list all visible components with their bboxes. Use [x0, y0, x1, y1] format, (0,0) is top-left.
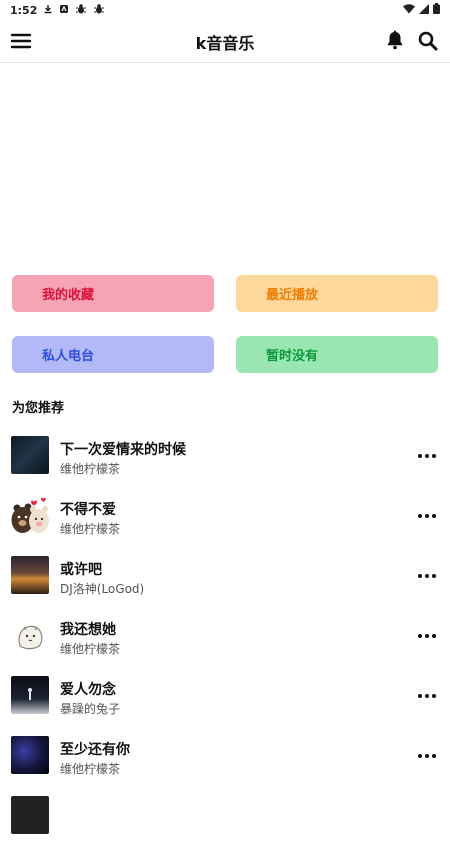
song-list: 下一次爱情来的时候 维他柠檬茶 不得不爱 维他柠檬茶 或许吧 DJ洛神(LoGo…: [0, 433, 450, 853]
recommend-section-title: 为您推荐: [12, 401, 65, 416]
song-artist: 维他柠檬茶: [60, 642, 121, 656]
signal-icon: [419, 3, 429, 17]
song-title: 至少还有你: [60, 742, 130, 758]
more-options-icon[interactable]: [418, 753, 436, 759]
recent-play-button[interactable]: 最近播放: [236, 275, 438, 312]
song-artist: 暴躁的兔子: [60, 702, 121, 716]
album-cover: [11, 676, 49, 714]
song-title: 爱人勿念: [60, 682, 116, 698]
song-artist: 维他柠檬茶: [60, 462, 121, 476]
search-icon[interactable]: [416, 29, 440, 53]
album-cover: [11, 496, 49, 534]
song-title: 不得不爱: [60, 502, 116, 518]
song-artist: DJ洛神(LoGod): [60, 582, 145, 596]
battery-icon: [433, 3, 440, 17]
song-artist: 维他柠檬茶: [60, 522, 121, 536]
list-item[interactable]: 至少还有你 维他柠檬茶: [0, 733, 450, 793]
wifi-icon: [403, 3, 415, 17]
album-cover: [11, 616, 49, 654]
app-bar: k音音乐: [0, 20, 450, 63]
placeholder-button[interactable]: 暂时没有: [236, 336, 438, 373]
list-item[interactable]: 下一次爱情来的时候 维他柠檬茶: [0, 433, 450, 493]
status-bar: 1:52: [0, 0, 450, 20]
favorites-button[interactable]: 我的收藏: [12, 275, 214, 312]
list-item[interactable]: [0, 793, 450, 853]
list-item[interactable]: 或许吧 DJ洛神(LoGod): [0, 553, 450, 613]
banner-area[interactable]: [0, 63, 450, 268]
song-title: 我还想她: [60, 622, 116, 638]
more-options-icon[interactable]: [418, 633, 436, 639]
more-options-icon[interactable]: [418, 573, 436, 579]
song-artist: 维他柠檬茶: [60, 762, 121, 776]
app-title: k音音乐: [195, 34, 255, 53]
status-time: 1:52: [10, 3, 38, 17]
bug-icon: [75, 3, 87, 18]
album-cover: [11, 556, 49, 594]
more-options-icon[interactable]: [418, 513, 436, 519]
more-options-icon[interactable]: [418, 693, 436, 699]
more-options-icon[interactable]: [418, 453, 436, 459]
list-item[interactable]: 爱人勿念 暴躁的兔子: [0, 673, 450, 733]
bell-icon[interactable]: [384, 29, 406, 51]
song-title: 下一次爱情来的时候: [60, 442, 186, 458]
app-notification-icon: [59, 3, 69, 17]
list-item[interactable]: 我还想她 维他柠檬茶: [0, 613, 450, 673]
list-item[interactable]: 不得不爱 维他柠檬茶: [0, 493, 450, 553]
album-cover: [11, 436, 49, 474]
album-cover: [11, 736, 49, 774]
private-radio-button[interactable]: 私人电台: [12, 336, 214, 373]
song-title: 或许吧: [60, 562, 102, 578]
album-cover: [11, 796, 49, 834]
bug-icon: [93, 3, 105, 18]
download-icon: [43, 3, 53, 17]
